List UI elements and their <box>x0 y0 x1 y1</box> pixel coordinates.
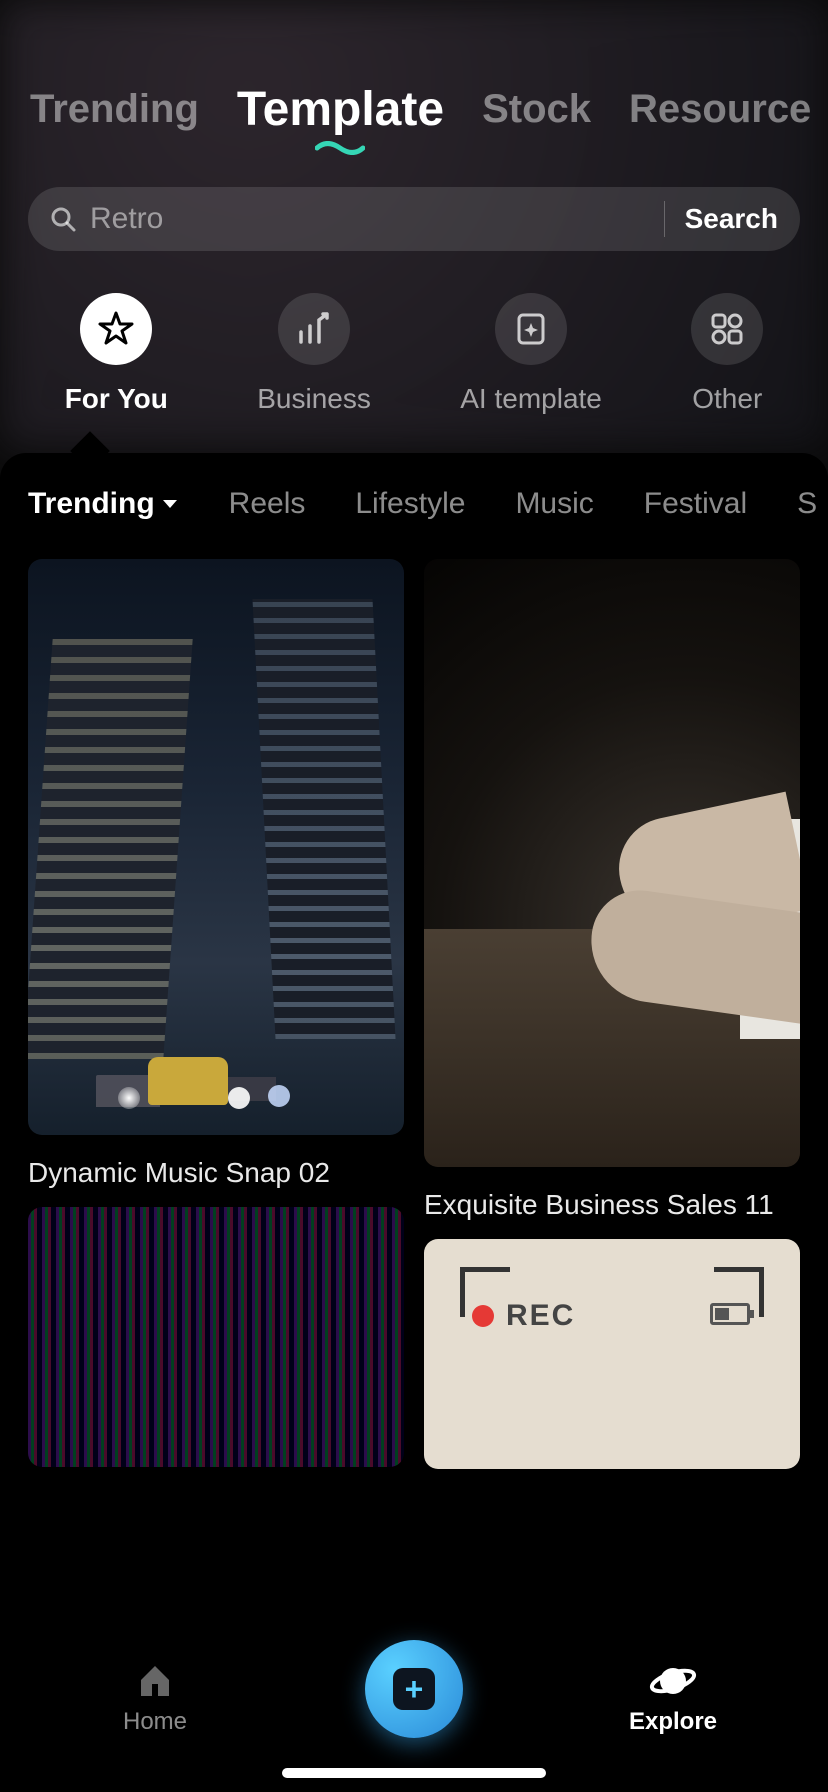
search-button[interactable]: Search <box>685 203 778 235</box>
filter-reels[interactable]: Reels <box>229 487 306 521</box>
filter-row[interactable]: Trending Reels Lifestyle Music Festival … <box>0 487 828 521</box>
tab-resource[interactable]: Resource <box>629 87 811 132</box>
tab-trending[interactable]: Trending <box>30 87 199 132</box>
template-grid[interactable]: Dynamic Music Snap 02 Exquisite Business… <box>0 521 828 1469</box>
category-other[interactable]: Other <box>691 293 763 415</box>
chevron-down-icon <box>161 497 179 511</box>
category-circle <box>691 293 763 365</box>
grid-column-right: Exquisite Business Sales 11 REC <box>424 559 800 1469</box>
record-dot-icon <box>472 1305 494 1327</box>
template-card[interactable] <box>28 1207 404 1467</box>
filter-label: Trending <box>28 487 155 521</box>
filter-trending[interactable]: Trending <box>28 487 179 521</box>
battery-icon <box>710 1303 750 1325</box>
filter-lifestyle[interactable]: Lifestyle <box>355 487 465 521</box>
template-card[interactable] <box>424 559 800 1167</box>
category-business[interactable]: Business <box>257 293 371 415</box>
grid-icon <box>710 312 744 346</box>
template-thumbnail <box>28 1207 404 1467</box>
home-icon <box>135 1662 175 1700</box>
plus-icon: + <box>393 1668 435 1710</box>
category-ai-template[interactable]: AI template <box>460 293 602 415</box>
search-icon <box>50 206 76 232</box>
category-circle <box>495 293 567 365</box>
template-card[interactable]: REC <box>424 1239 800 1469</box>
category-for-you[interactable]: For You <box>65 293 168 415</box>
template-title: Exquisite Business Sales 11 <box>424 1185 800 1221</box>
content-sheet: Trending Reels Lifestyle Music Festival … <box>0 453 828 1653</box>
filter-festival[interactable]: Festival <box>644 487 747 521</box>
category-circle <box>80 293 152 365</box>
search-input[interactable] <box>90 202 644 236</box>
tab-template-label: Template <box>237 83 444 136</box>
category-label: Other <box>692 383 762 415</box>
filter-music[interactable]: Music <box>515 487 593 521</box>
nav-label: Explore <box>629 1708 717 1736</box>
header-nav: Trending Template Stock Resource <box>0 0 828 137</box>
nav-home[interactable]: Home <box>55 1662 255 1736</box>
category-label: For You <box>65 383 168 415</box>
category-row: For You Business AI template Other <box>0 293 828 415</box>
active-tab-underline-icon <box>315 141 365 155</box>
chart-icon <box>297 312 331 346</box>
category-circle <box>278 293 350 365</box>
template-thumbnail <box>424 559 800 1167</box>
search-bar: Search <box>28 187 800 251</box>
divider <box>664 201 665 237</box>
tab-stock[interactable]: Stock <box>482 87 591 132</box>
template-thumbnail: REC <box>424 1239 800 1469</box>
create-button[interactable]: + <box>365 1640 463 1738</box>
star-icon <box>97 310 135 348</box>
rec-label: REC <box>506 1299 575 1333</box>
planet-icon <box>649 1662 697 1700</box>
template-title: Dynamic Music Snap 02 <box>28 1153 404 1189</box>
grid-column-left: Dynamic Music Snap 02 <box>28 559 404 1469</box>
category-label: Business <box>257 383 371 415</box>
home-indicator[interactable] <box>282 1768 546 1778</box>
nav-explore[interactable]: Explore <box>573 1662 773 1736</box>
filter-more[interactable]: S <box>797 487 817 521</box>
sparkle-card-icon <box>514 311 548 347</box>
template-card[interactable] <box>28 559 404 1135</box>
category-label: AI template <box>460 383 602 415</box>
nav-label: Home <box>123 1708 187 1736</box>
tab-template[interactable]: Template <box>237 82 444 137</box>
template-thumbnail <box>28 559 404 1135</box>
